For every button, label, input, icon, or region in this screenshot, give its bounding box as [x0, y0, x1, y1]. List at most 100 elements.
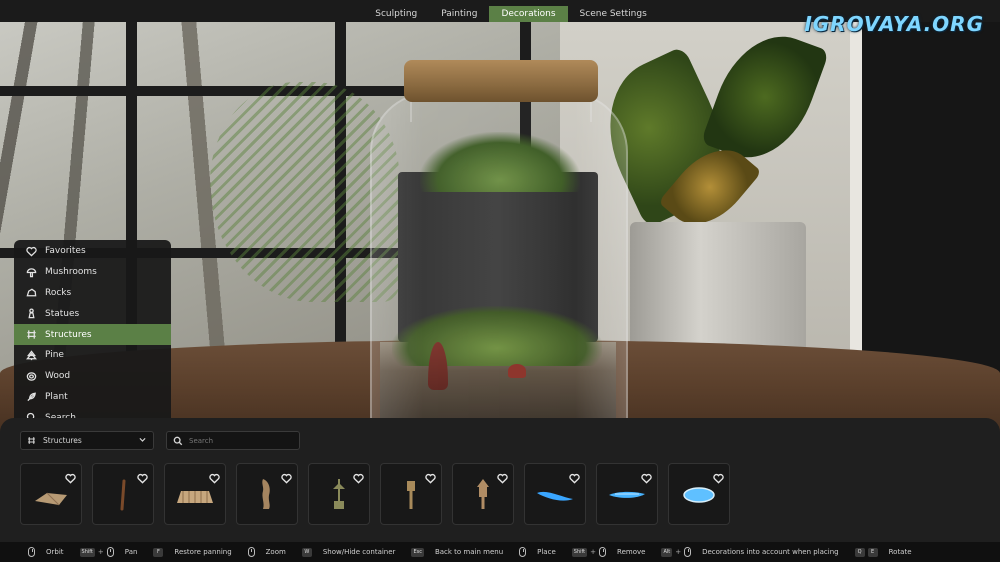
plus-sign: +: [97, 548, 104, 556]
category-statues[interactable]: Statues: [14, 303, 171, 324]
favorite-heart-icon[interactable]: [281, 469, 292, 484]
wood-icon: [25, 370, 37, 382]
decoration-items: [20, 463, 730, 525]
category-select[interactable]: Structures: [20, 431, 154, 450]
category-plant[interactable]: Plant: [14, 387, 171, 408]
hotkey-label: Rotate: [888, 548, 912, 556]
heart-icon: [25, 245, 37, 257]
decoration-item-blue-stream-1[interactable]: [524, 463, 586, 525]
category-select-value: Structures: [43, 436, 82, 445]
decoration-item-log-piece[interactable]: [236, 463, 298, 525]
hotkey-label: Restore panning: [174, 548, 232, 556]
favorite-heart-icon[interactable]: [65, 469, 76, 484]
hotkey-pan: Shift + Pan: [79, 547, 138, 557]
hotkey-back: Esc Back to main menu: [411, 547, 504, 557]
decoration-item-lantern-tower[interactable]: [452, 463, 514, 525]
category-wood[interactable]: Wood: [14, 366, 171, 387]
category-mushrooms[interactable]: Mushrooms: [14, 262, 171, 283]
category-label: Favorites: [45, 246, 86, 257]
key-cap: E: [867, 547, 878, 557]
favorite-heart-icon[interactable]: [641, 469, 652, 484]
tab-decorations[interactable]: Decorations: [489, 6, 568, 22]
rock-icon: [25, 287, 37, 299]
plus-sign: +: [675, 548, 682, 556]
decoration-item-stick[interactable]: [92, 463, 154, 525]
hotkey-label: Decorations into account when placing: [702, 548, 839, 556]
statue-icon: [25, 308, 37, 320]
category-label: Wood: [45, 371, 71, 382]
hotkey-label: Zoom: [265, 548, 286, 556]
hotkey-restore-panning: F Restore panning: [153, 547, 232, 557]
favorite-heart-icon[interactable]: [209, 469, 220, 484]
decoration-item-blue-pond[interactable]: [668, 463, 730, 525]
pine-icon: [25, 349, 37, 361]
plus-sign: +: [590, 548, 597, 556]
category-label: Structures: [45, 329, 92, 340]
drawer-controls: Structures: [20, 431, 300, 450]
plant-icon: [25, 391, 37, 403]
favorite-heart-icon[interactable]: [713, 469, 724, 484]
hotkey-label: Orbit: [46, 548, 64, 556]
favorite-heart-icon[interactable]: [137, 469, 148, 484]
cork-lid: [404, 60, 598, 102]
mouse-icon: [599, 547, 607, 557]
mouse-icon: [247, 547, 255, 557]
tab-painting[interactable]: Painting: [429, 6, 489, 22]
mushroom-icon: [25, 266, 37, 278]
key-cap: Esc: [411, 547, 424, 557]
category-pine[interactable]: Pine: [14, 345, 171, 366]
category-label: Pine: [45, 350, 64, 361]
favorite-heart-icon[interactable]: [569, 469, 580, 484]
mouse-icon: [519, 547, 527, 557]
search-input[interactable]: [189, 436, 289, 445]
dark-window: [862, 22, 1000, 382]
hotkey-orbit: Orbit: [28, 547, 64, 557]
chevron-down-icon: [138, 435, 147, 446]
category-structures[interactable]: Structures: [14, 324, 171, 345]
category-list: Favorites Mushrooms Rocks Statues Struct…: [14, 240, 171, 426]
category-label: Plant: [45, 391, 68, 402]
hotkey-rotate: Q E Rotate: [854, 547, 912, 557]
favorite-heart-icon[interactable]: [425, 469, 436, 484]
decoration-item-lamp-post[interactable]: [380, 463, 442, 525]
key-cap: Q: [854, 547, 865, 557]
structure-icon: [25, 329, 37, 341]
decoration-item-blue-stream-2[interactable]: [596, 463, 658, 525]
tab-scene-settings[interactable]: Scene Settings: [568, 6, 659, 22]
mouse-icon: [28, 547, 35, 557]
structure-icon: [27, 436, 37, 445]
watermark-logo: IGROVAYA.ORG: [804, 12, 984, 36]
category-label: Statues: [45, 308, 80, 319]
hotkey-decorations-account: Alt + Decorations into account when plac…: [661, 547, 839, 557]
decoration-item-wood-plank[interactable]: [20, 463, 82, 525]
key-cap: Shift: [79, 547, 95, 557]
hotkey-label: Place: [537, 548, 556, 556]
hotkey-label: Show/Hide container: [322, 548, 396, 556]
hotkey-show-hide: W Show/Hide container: [301, 547, 396, 557]
category-favorites[interactable]: Favorites: [14, 241, 171, 262]
category-rocks[interactable]: Rocks: [14, 283, 171, 304]
mouse-icon: [106, 547, 114, 557]
category-label: Mushrooms: [45, 267, 97, 278]
tab-sculpting[interactable]: Sculpting: [363, 6, 429, 22]
hotkey-label: Pan: [124, 548, 138, 556]
hotkey-label: Remove: [617, 548, 646, 556]
favorite-heart-icon[interactable]: [497, 469, 508, 484]
key-cap: W: [301, 547, 312, 557]
key-cap: Alt: [661, 547, 673, 557]
key-cap: F: [153, 547, 164, 557]
decoration-item-wooden-bridge[interactable]: [164, 463, 226, 525]
mouse-icon: [684, 547, 692, 557]
glass-jar: [370, 92, 628, 442]
hotkey-remove: Shift + Remove: [571, 547, 646, 557]
hotkey-label: Back to main menu: [434, 548, 504, 556]
hotkey-place: Place: [519, 547, 556, 557]
search-icon: [173, 436, 183, 445]
hotkey-zoom: Zoom: [247, 547, 286, 557]
decoration-item-lantern-post[interactable]: [308, 463, 370, 525]
category-label: Rocks: [45, 287, 72, 298]
favorite-heart-icon[interactable]: [353, 469, 364, 484]
key-cap: Shift: [571, 547, 588, 557]
search-field[interactable]: [166, 431, 300, 450]
hotkey-bar: Orbit Shift + Pan F Restore panning Zoom…: [0, 542, 1000, 562]
